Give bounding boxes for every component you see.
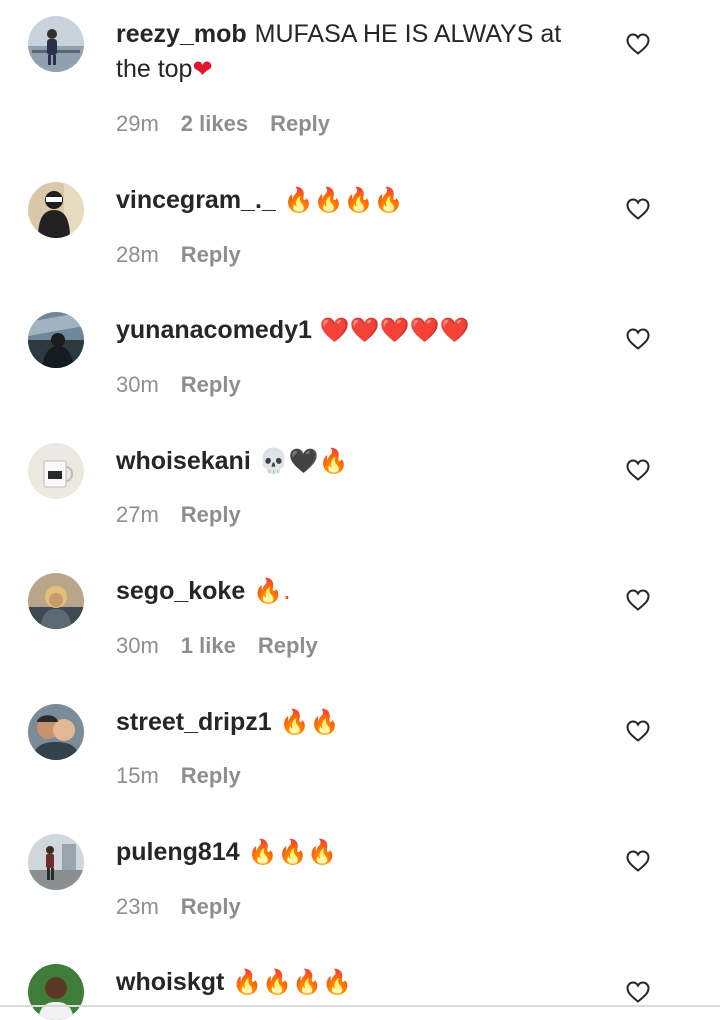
avatar[interactable]: [28, 834, 84, 890]
mug-avatar-icon: [28, 443, 84, 499]
comment-username[interactable]: street_dripz1: [116, 708, 272, 736]
comment-username[interactable]: whoiskgt: [116, 968, 224, 996]
reply-button[interactable]: Reply: [181, 763, 241, 789]
blonde-person-avatar-icon: [28, 573, 84, 629]
comment-time: 29m: [116, 111, 159, 136]
comment-username[interactable]: yunanacomedy1: [116, 316, 312, 344]
avatar[interactable]: [28, 16, 84, 72]
comment-text: 🔥🔥🔥🔥: [232, 968, 352, 996]
like-heart-icon[interactable]: [626, 589, 650, 611]
comment-username[interactable]: puleng814: [116, 838, 240, 866]
bottom-divider: [0, 1005, 720, 1007]
avatar[interactable]: [28, 443, 84, 499]
reply-button[interactable]: Reply: [181, 894, 241, 920]
comment-text: ❤️❤️❤️❤️❤️: [319, 316, 470, 344]
like-heart-icon[interactable]: [626, 720, 650, 742]
comment-time: 30m: [116, 633, 159, 658]
couple-avatar-icon: [28, 704, 84, 760]
person-bridge-avatar-icon: [28, 16, 84, 72]
comment-time: 15m: [116, 763, 159, 788]
reply-button[interactable]: Reply: [270, 111, 330, 137]
like-heart-icon[interactable]: [626, 459, 650, 481]
masked-person-avatar-icon: [28, 182, 84, 238]
comment-username[interactable]: vincegram_._: [116, 186, 276, 214]
comment-time: 28m: [116, 242, 159, 267]
avatar[interactable]: [28, 704, 84, 760]
comment-username[interactable]: sego_koke: [116, 577, 245, 605]
comment-text: 🔥🔥🔥🔥: [283, 186, 404, 214]
avatar[interactable]: [28, 312, 84, 368]
comment-likes[interactable]: 2 likes: [181, 111, 248, 137]
like-heart-icon[interactable]: [626, 328, 650, 350]
like-heart-icon[interactable]: [626, 198, 650, 220]
comment-text: 🔥.: [253, 577, 291, 605]
avatar[interactable]: [28, 964, 84, 1020]
avatar[interactable]: [28, 182, 84, 238]
reply-button[interactable]: Reply: [181, 502, 241, 528]
like-heart-icon[interactable]: [626, 981, 650, 1003]
dark-outdoor-avatar-icon: [28, 312, 84, 368]
comment-text: 💀🖤🔥: [258, 447, 349, 475]
reply-button[interactable]: Reply: [258, 633, 318, 659]
comment-username[interactable]: reezy_mob: [116, 20, 247, 48]
comment-text: 🔥🔥🔥: [247, 838, 338, 866]
smiling-person-avatar-icon: [28, 964, 84, 1020]
reply-button[interactable]: Reply: [181, 242, 241, 268]
comment-time: 27m: [116, 502, 159, 527]
comment-text: 🔥🔥: [279, 708, 340, 736]
like-heart-icon[interactable]: [626, 33, 650, 55]
comment-likes[interactable]: 1 like: [181, 633, 236, 659]
like-heart-icon[interactable]: [626, 850, 650, 872]
avatar[interactable]: [28, 573, 84, 629]
comment-time: 23m: [116, 894, 159, 919]
comment-username[interactable]: whoisekani: [116, 447, 251, 475]
reply-button[interactable]: Reply: [181, 372, 241, 398]
comment-time: 30m: [116, 372, 159, 397]
standing-person-avatar-icon: [28, 834, 84, 890]
